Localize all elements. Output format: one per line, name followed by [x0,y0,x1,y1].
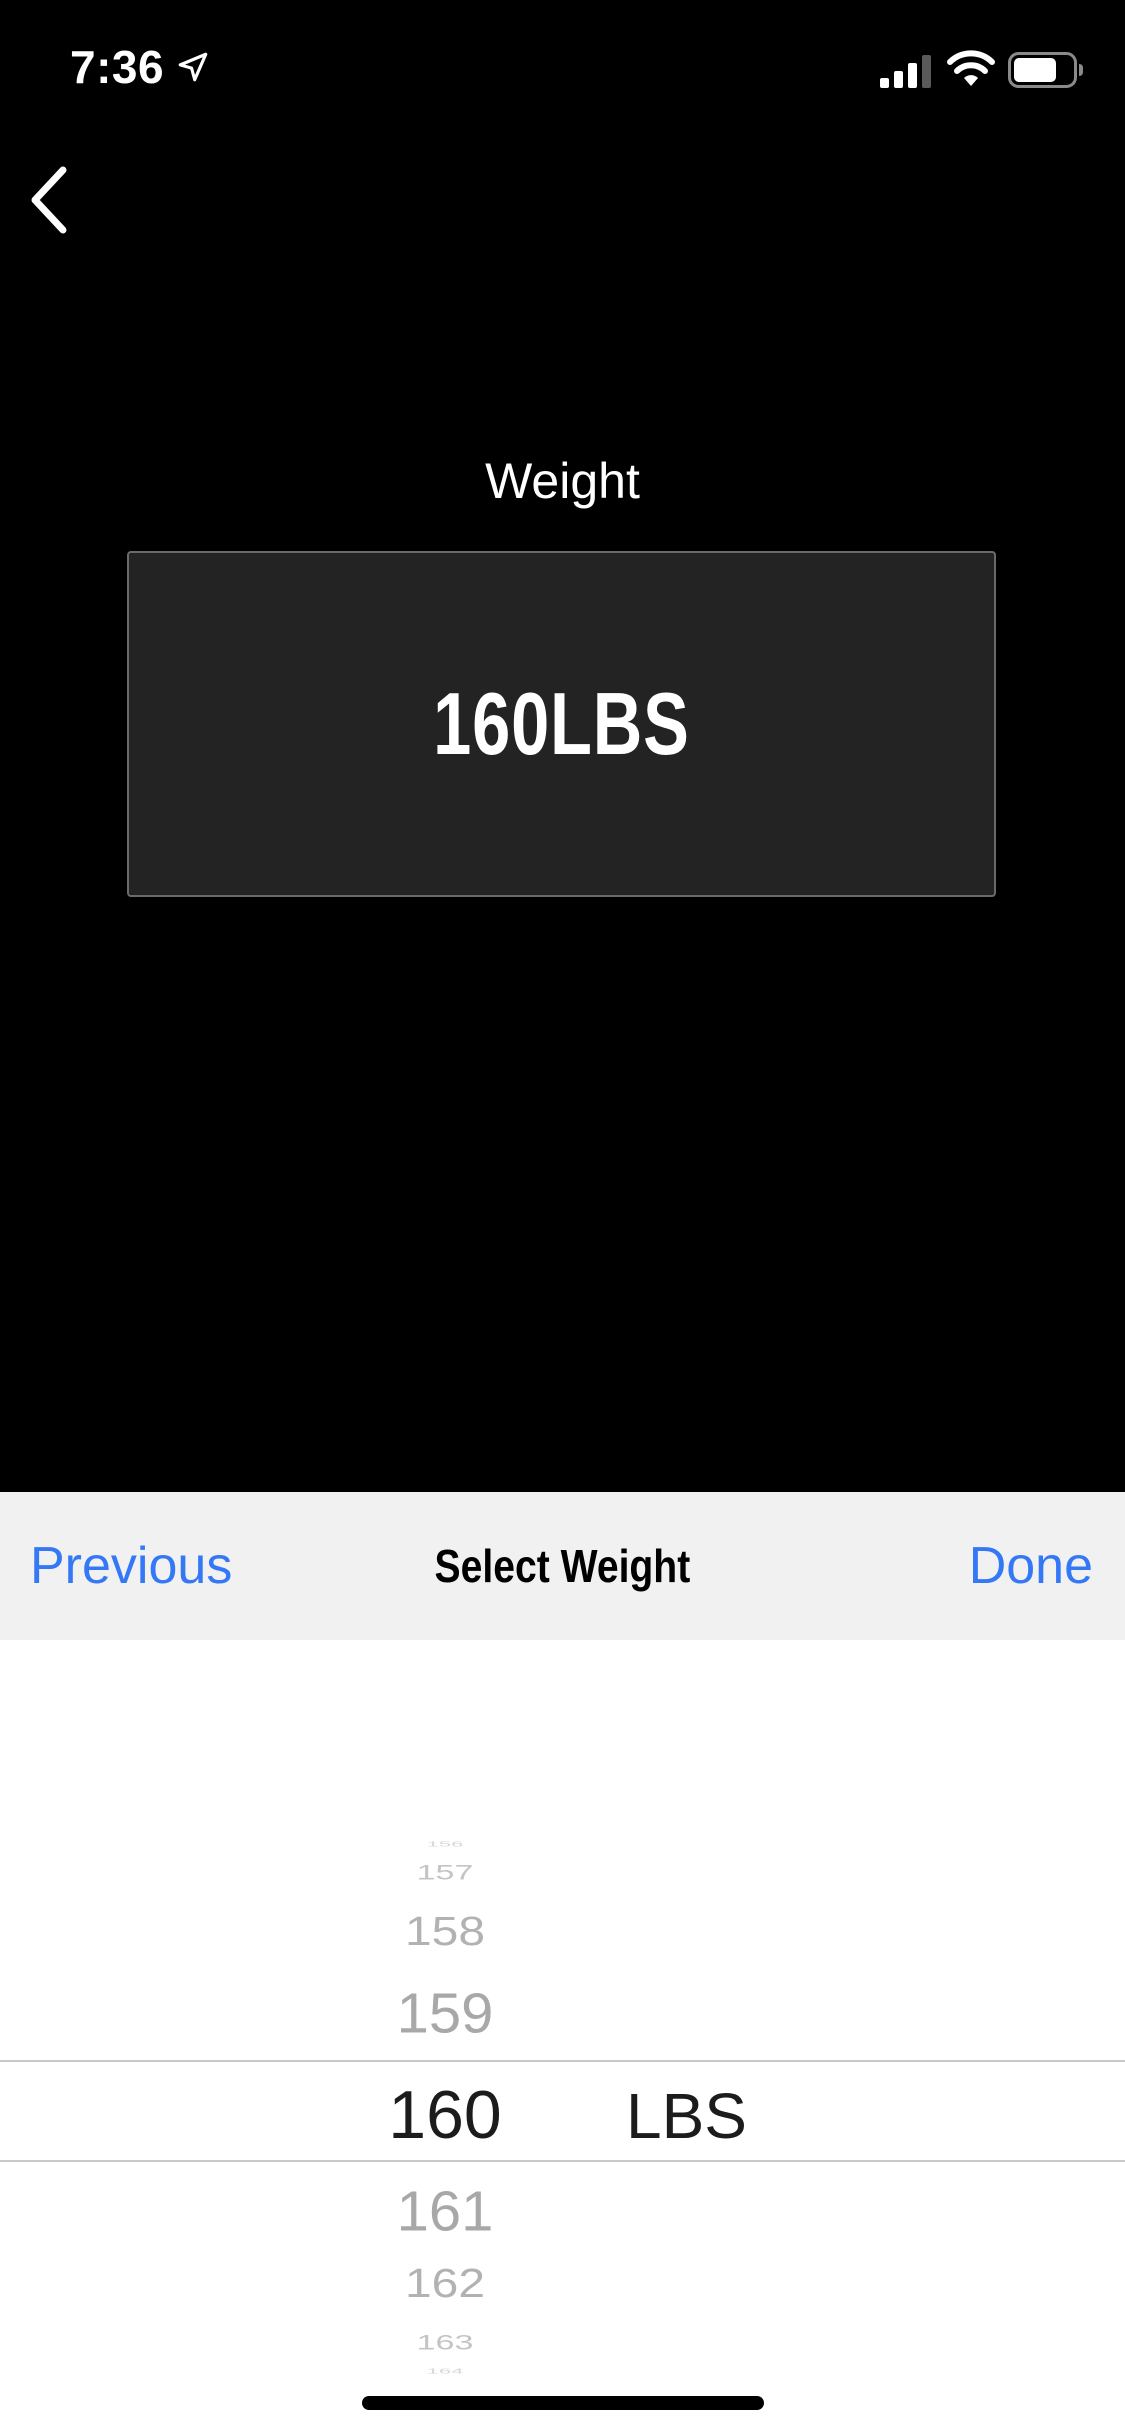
picker-title: Select Weight [434,1540,691,1592]
picker-row[interactable]: 162 [330,2264,560,2305]
chevron-left-icon [31,166,67,234]
status-time: 7:36 [70,41,165,93]
weight-label: Weight [485,453,640,509]
picker-row[interactable]: 157 [330,1862,560,1883]
picker-row[interactable]: 161 [330,2184,560,2240]
picker-selection-indicator [0,2060,1125,2162]
done-button[interactable]: Done [969,1492,1093,1640]
home-indicator [362,2396,764,2410]
wifi-icon [947,50,995,86]
picker-row[interactable]: 164 [330,2367,560,2375]
picker-toolbar: Select Weight Previous Done [0,1492,1125,1640]
weight-value: 160LBS [433,674,690,773]
weight-field[interactable]: 160LBS [127,551,996,897]
picker-row[interactable]: 159 [330,1986,560,2042]
location-arrow-icon [178,52,208,82]
previous-button[interactable]: Previous [30,1492,232,1640]
weight-picker[interactable]: 156 157 158 159 160 161 162 163 164 LBS [0,1640,1125,2436]
picker-unit[interactable]: LBS [626,2084,747,2148]
picker-row-selected[interactable]: 160 [330,2081,560,2149]
picker-wheel-value[interactable]: 156 157 158 159 160 161 162 163 164 [330,1640,560,2436]
picker-row[interactable]: 156 [330,1840,560,1848]
cellular-signal-icon [880,55,931,88]
back-button[interactable] [14,160,84,240]
picker-row[interactable]: 163 [330,2332,560,2353]
status-bar: 7:36 [0,0,1125,132]
battery-icon [1008,52,1083,88]
screen: 7:36 Weight 160LBS Select Weight Previou… [0,0,1125,2436]
picker-row[interactable]: 158 [330,1912,560,1953]
